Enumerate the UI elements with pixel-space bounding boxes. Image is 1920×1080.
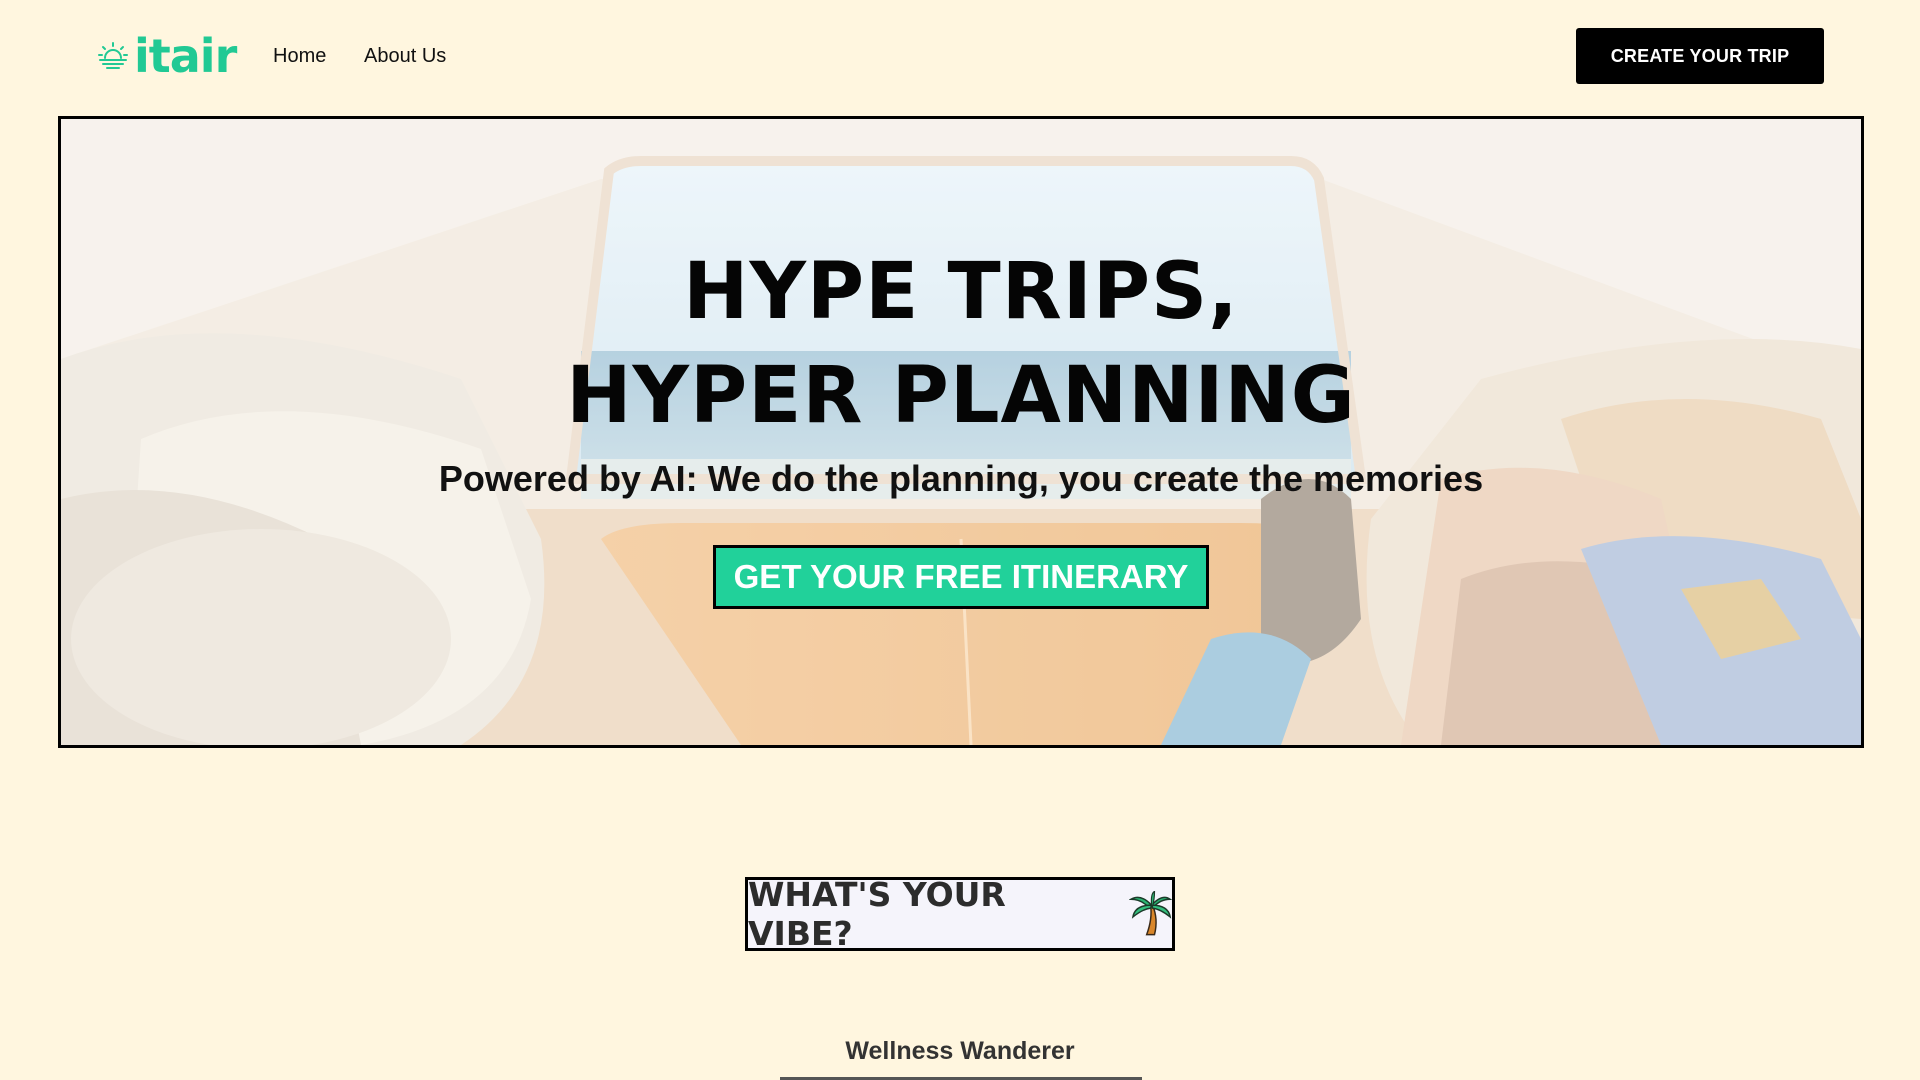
brand-name: itair [134,29,237,83]
hero-title-line1: HYPE TRIPS, [683,247,1239,337]
sun-horizon-icon [98,42,128,69]
create-trip-button[interactable]: CREATE YOUR TRIP [1576,28,1824,84]
top-nav: itair Home About Us CREATE YOUR TRIP [0,0,1920,112]
get-itinerary-button[interactable]: GET YOUR FREE ITINERARY [713,545,1209,609]
brand-logo[interactable]: itair [96,29,237,83]
hero-subtitle: Powered by AI: We do the planning, you c… [438,458,1484,499]
palm-tree-icon [1128,891,1172,936]
hero-section: HYPE TRIPS, HYPER PLANNING Powered by AI… [58,116,1864,748]
vibe-heading-box: WHAT'S YOUR VIBE? [745,875,1175,953]
page: itair Home About Us CREATE YOUR TRIP HYP… [0,0,1920,1080]
vibe-heading: WHAT'S YOUR VIBE? [748,875,1006,953]
hero-title-line2: HYPER PLANNING [566,351,1356,441]
nav-about-link[interactable]: About Us [364,42,446,70]
nav-home-link[interactable]: Home [273,42,326,70]
vibe-card-title[interactable]: Wellness Wanderer [0,1036,1920,1066]
